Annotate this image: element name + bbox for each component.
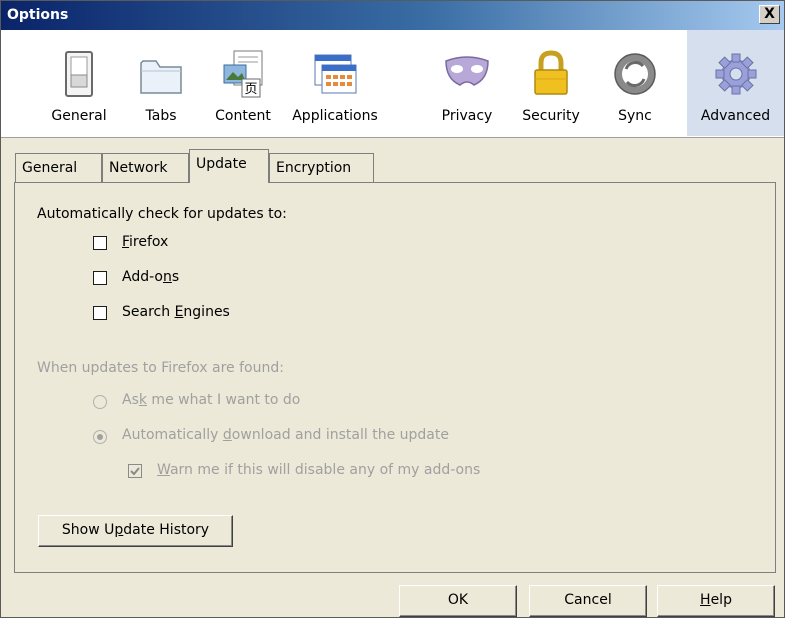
cancel-button[interactable]: Cancel (529, 585, 647, 617)
pane-general-label: General (51, 108, 107, 124)
radio-selected-dot (97, 434, 103, 440)
pane-content[interactable]: 页 Content (201, 30, 285, 136)
close-button[interactable]: X (759, 5, 780, 24)
svg-text:页: 页 (244, 82, 257, 97)
addons-checkbox[interactable] (93, 271, 107, 285)
addons-checkbox-label[interactable]: Add-ons (122, 269, 179, 285)
tab-update[interactable]: Update (189, 149, 269, 183)
pane-content-label: Content (215, 108, 271, 124)
search-engines-checkbox-label[interactable]: Search Engines (122, 304, 230, 320)
firefox-checkbox[interactable] (93, 236, 107, 250)
window-title: Options (7, 7, 69, 23)
checkmark-icon (130, 467, 140, 476)
updates-found-heading: When updates to Firefox are found: (37, 360, 284, 376)
gear-icon (715, 53, 756, 95)
pane-privacy-label: Privacy (441, 108, 493, 124)
help-button[interactable]: Help (657, 585, 775, 617)
ask-me-radio[interactable] (93, 395, 107, 409)
update-panel: Automatically check for updates to: Fire… (14, 182, 776, 573)
content-icon: 页 (223, 50, 263, 98)
pane-applications[interactable]: Applications (279, 30, 391, 136)
auto-download-radio-label[interactable]: Automatically download and install the u… (122, 427, 449, 443)
padlock-icon (534, 50, 568, 95)
tabs-icon (140, 60, 182, 94)
check-updates-heading: Automatically check for updates to: (37, 206, 287, 222)
light-switch-icon (65, 51, 93, 97)
pane-sync[interactable]: Sync (593, 30, 677, 136)
preferences-toolbar: General Tabs 页 Content Applications Priv… (1, 30, 784, 138)
options-window: Options X General Tabs 页 Content Applica… (0, 0, 785, 618)
pane-tabs[interactable]: Tabs (119, 30, 203, 136)
pane-sync-label: Sync (618, 108, 652, 124)
pane-privacy[interactable]: Privacy (425, 30, 509, 136)
auto-download-radio[interactable] (93, 430, 107, 444)
pane-general[interactable]: General (37, 30, 121, 136)
tab-general[interactable]: General (15, 153, 102, 182)
ok-button[interactable]: OK (399, 585, 517, 617)
tab-encryption[interactable]: Encryption (269, 153, 374, 182)
privacy-mask-icon (445, 56, 489, 86)
firefox-checkbox-label[interactable]: Firefox (122, 234, 168, 250)
pane-advanced[interactable]: Advanced (687, 30, 784, 136)
tab-network[interactable]: Network (102, 153, 189, 182)
search-engines-checkbox[interactable] (93, 306, 107, 320)
pane-security-label: Security (522, 108, 580, 124)
pane-advanced-label: Advanced (700, 108, 771, 124)
sync-icon (614, 53, 656, 95)
ask-me-radio-label[interactable]: Ask me what I want to do (122, 392, 300, 408)
pane-security[interactable]: Security (509, 30, 593, 136)
pane-tabs-label: Tabs (145, 108, 177, 124)
show-update-history-button[interactable]: Show Update History (38, 515, 233, 547)
warn-addons-label[interactable]: Warn me if this will disable any of my a… (157, 462, 480, 478)
title-bar[interactable]: Options X (1, 1, 784, 30)
pane-applications-label: Applications (292, 108, 378, 124)
applications-icon (314, 54, 357, 94)
warn-addons-checkbox[interactable] (128, 464, 142, 478)
